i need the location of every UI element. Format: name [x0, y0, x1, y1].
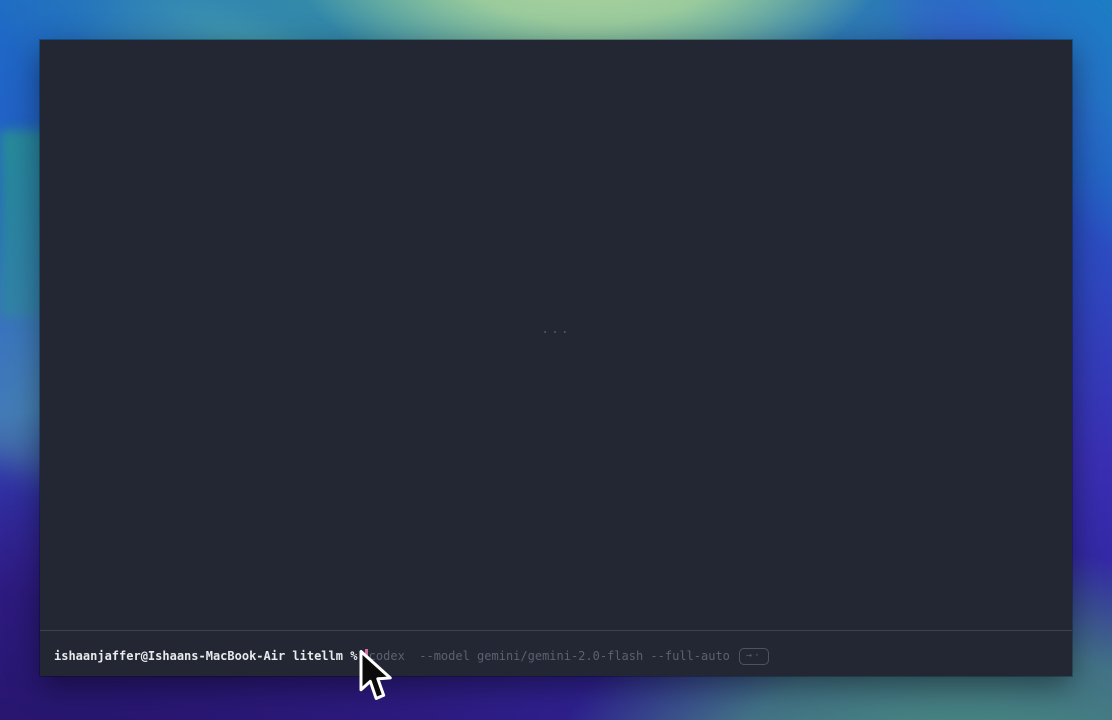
- text-caret: [365, 649, 368, 664]
- prompt-separator-line: [40, 630, 1072, 631]
- terminal-output-area[interactable]: ... ishaanjaffer@Ishaans-MacBook-Air lit…: [40, 40, 1072, 676]
- accept-suggestion-hint-badge: →·: [739, 648, 769, 665]
- command-prompt-row[interactable]: ishaanjaffer@Ishaans-MacBook-Air litellm…: [54, 645, 1064, 667]
- shell-prompt-text: ishaanjaffer@Ishaans-MacBook-Air litellm…: [54, 645, 365, 667]
- terminal-window[interactable]: ... ishaanjaffer@Ishaans-MacBook-Air lit…: [40, 40, 1072, 676]
- loading-ellipsis-text: ...: [541, 322, 570, 337]
- autosuggestion-text: codex --model gemini/gemini-2.0-flash --…: [369, 645, 730, 667]
